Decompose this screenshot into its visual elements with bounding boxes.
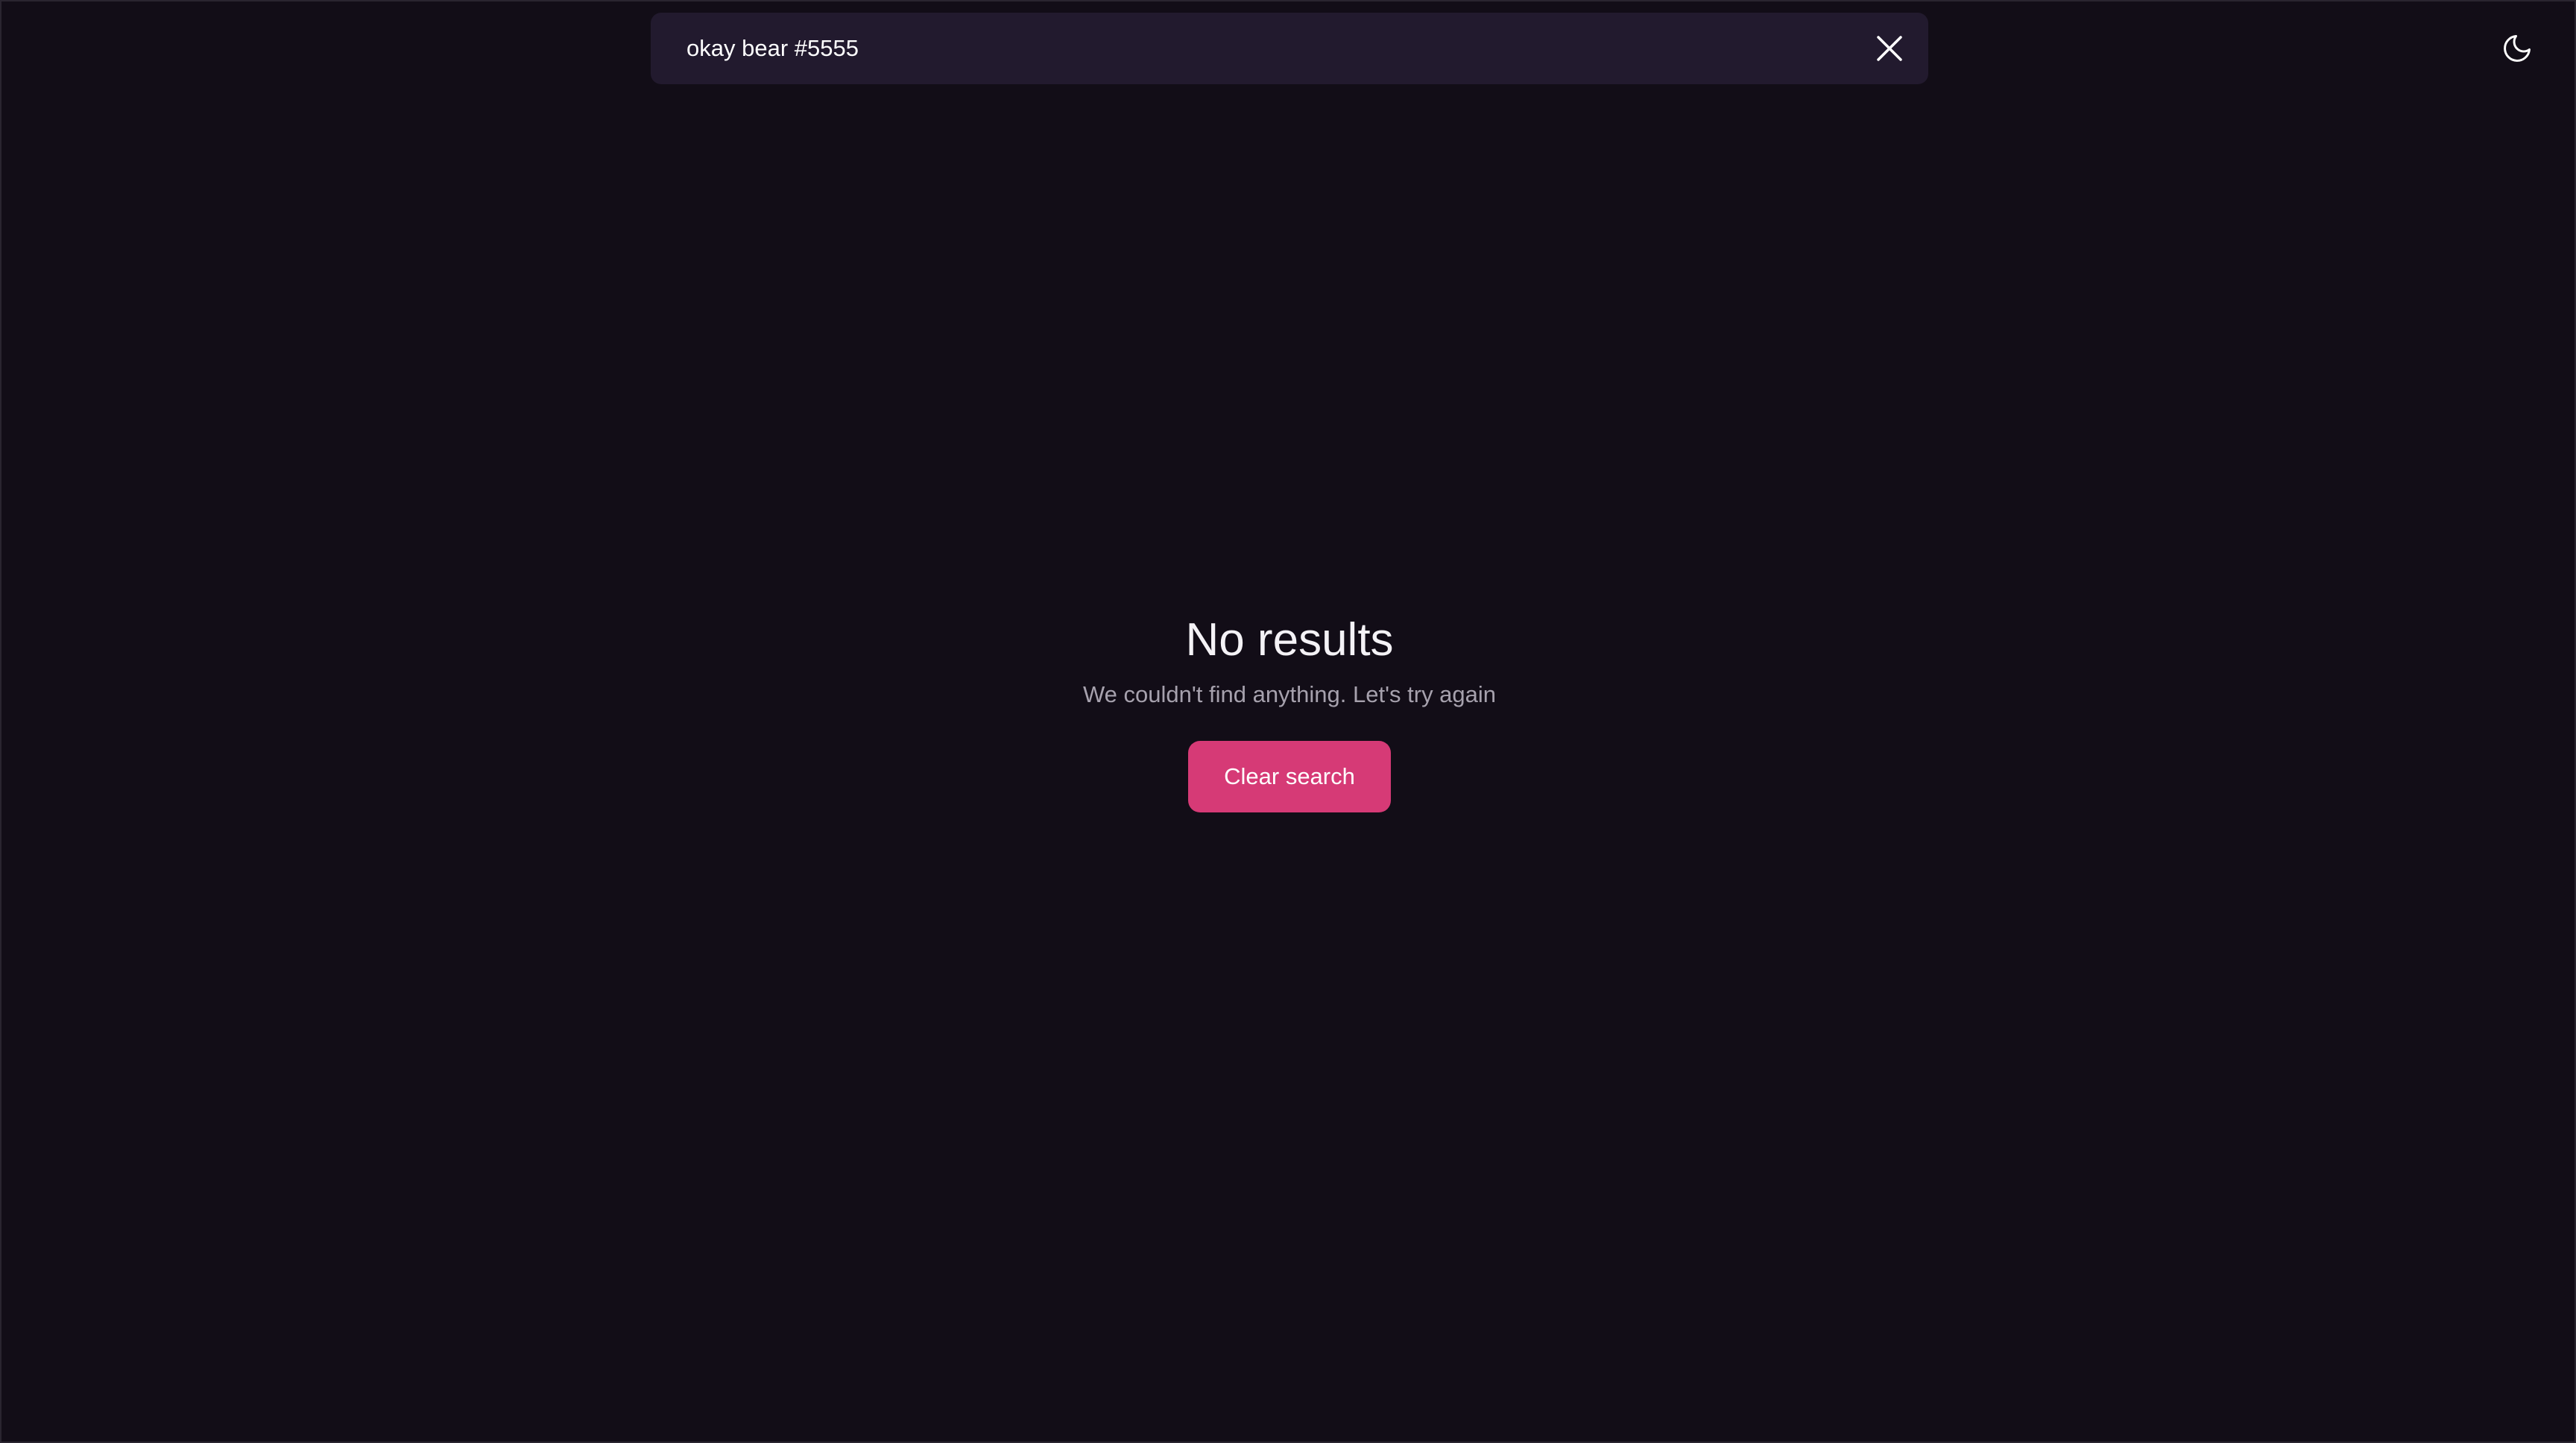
clear-search-button[interactable]: Clear search [1188,741,1391,813]
close-icon [1877,36,1902,61]
moon-icon [2504,35,2531,62]
search-bar [651,13,1928,84]
app-window: No results We couldn't find anything. Le… [0,0,2576,1443]
clear-search-x-button[interactable] [1854,13,1925,84]
theme-toggle-button[interactable] [2498,30,2536,67]
no-results-title: No results [1185,614,1394,666]
empty-state: No results We couldn't find anything. Le… [1,613,2576,813]
no-results-subtitle: We couldn't find anything. Let's try aga… [1082,681,1497,708]
search-input[interactable] [651,13,1854,84]
